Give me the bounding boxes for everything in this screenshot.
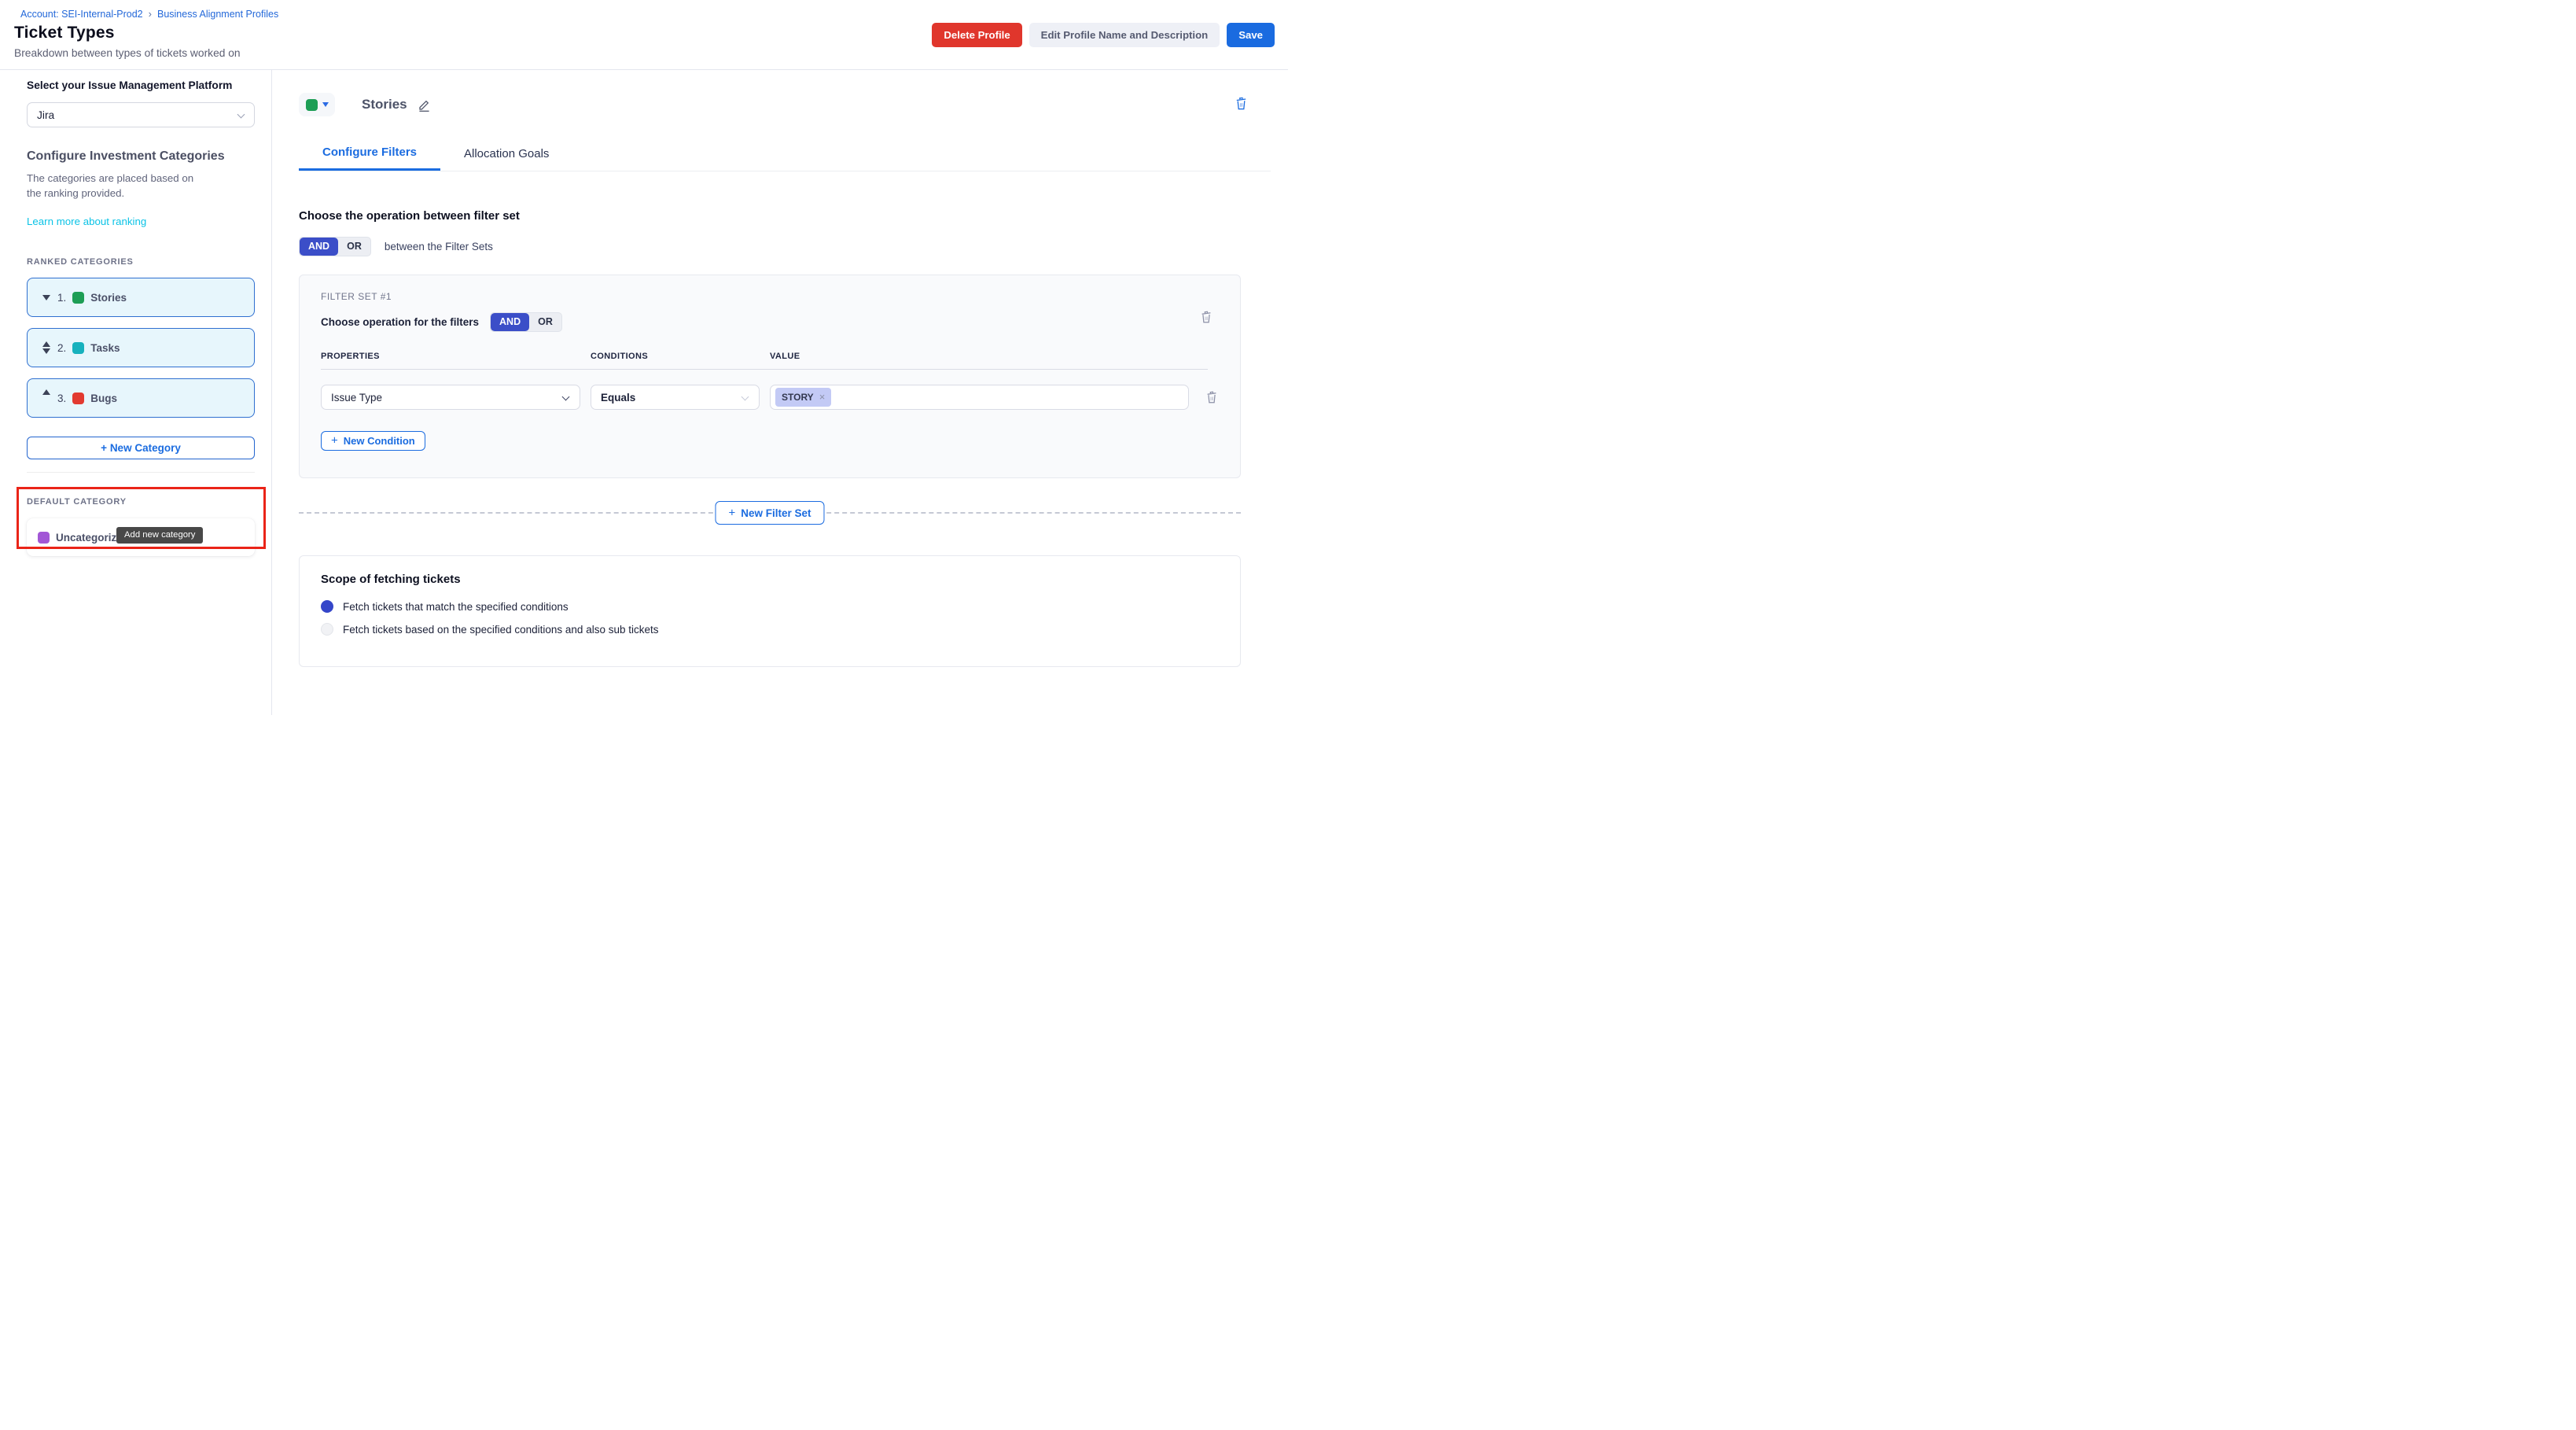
caret-down-icon <box>322 102 329 107</box>
breadcrumb-account-link[interactable]: Account: SEI-Internal-Prod2 <box>20 9 143 20</box>
category-color-picker[interactable] <box>299 93 335 116</box>
breadcrumb: Account: SEI-Internal-Prod2 › Business A… <box>20 8 278 20</box>
category-color-swatch <box>72 393 84 404</box>
category-card-stories[interactable]: 1. Stories <box>27 278 255 317</box>
category-color-swatch <box>72 342 84 354</box>
selected-color-swatch <box>306 99 318 111</box>
tab-allocation-goals[interactable]: Allocation Goals <box>440 136 572 171</box>
operation-suffix-text: between the Filter Sets <box>385 241 493 252</box>
edit-profile-button[interactable]: Edit Profile Name and Description <box>1029 23 1220 47</box>
sidebar: Select your Issue Management Platform Ji… <box>0 70 272 715</box>
remove-chip-icon[interactable]: × <box>819 391 826 403</box>
learn-more-link[interactable]: Learn more about ranking <box>27 216 146 227</box>
properties-column-header: PROPERTIES <box>321 352 591 361</box>
tabs: Configure Filters Allocation Goals <box>299 136 1271 171</box>
category-label: Bugs <box>90 393 117 404</box>
category-label: Stories <box>90 292 127 304</box>
delete-filter-set-trash-icon[interactable] <box>1198 308 1215 326</box>
scope-option-label: Fetch tickets that match the specified c… <box>343 601 569 613</box>
new-filter-set-button[interactable]: + New Filter Set <box>715 501 824 525</box>
new-condition-button[interactable]: + New Condition <box>321 431 425 451</box>
operation-toggle-row: AND OR between the Filter Sets <box>299 237 1288 256</box>
page: Account: SEI-Internal-Prod2 › Business A… <box>0 0 1288 715</box>
move-up-icon[interactable] <box>39 389 53 395</box>
platform-select-value: Jira <box>37 109 54 121</box>
breadcrumb-separator-icon: › <box>149 8 152 20</box>
category-card-tasks[interactable]: 2. Tasks <box>27 328 255 367</box>
chevron-down-icon <box>562 393 570 401</box>
page-subtitle: Breakdown between types of tickets worke… <box>14 47 241 59</box>
platform-select-label: Select your Issue Management Platform <box>27 79 254 91</box>
filter-operation-row: Choose operation for the filters AND OR <box>321 312 1240 332</box>
delete-category-trash-icon[interactable] <box>1232 94 1250 112</box>
scope-heading: Scope of fetching tickets <box>321 573 1240 586</box>
new-filter-set-row: + New Filter Set <box>299 501 1241 525</box>
category-rank: 2. <box>57 342 66 354</box>
page-header: Account: SEI-Internal-Prod2 › Business A… <box>0 0 1288 70</box>
category-color-swatch <box>38 532 50 544</box>
platform-select[interactable]: Jira <box>27 102 255 127</box>
operation-section-heading: Choose the operation between filter set <box>299 209 1288 223</box>
configure-categories-description: The categories are placed based on the r… <box>27 171 208 201</box>
delete-profile-button[interactable]: Delete Profile <box>932 23 1021 47</box>
and-toggle-option[interactable]: AND <box>300 238 338 256</box>
configure-categories-title: Configure Investment Categories <box>27 149 254 164</box>
value-chip: STORY × <box>775 388 831 407</box>
value-column-header: VALUE <box>770 352 1006 361</box>
category-header: Stories <box>299 93 1288 116</box>
edit-pencil-icon[interactable] <box>417 98 432 112</box>
category-label: Tasks <box>90 342 120 354</box>
new-category-button[interactable]: + New Category <box>27 437 255 459</box>
radio-unselected-icon[interactable] <box>321 623 333 636</box>
scope-option-sub-tickets: Fetch tickets based on the specified con… <box>321 623 1240 636</box>
page-title: Ticket Types <box>14 24 115 42</box>
breadcrumb-profiles-link[interactable]: Business Alignment Profiles <box>157 9 278 20</box>
columns-divider <box>321 369 1208 370</box>
tab-configure-filters[interactable]: Configure Filters <box>299 136 440 171</box>
scope-option-match: Fetch tickets that match the specified c… <box>321 600 1240 613</box>
condition-row: Issue Type Equals STORY × <box>321 385 1240 410</box>
category-color-swatch <box>72 292 84 304</box>
category-rank: 3. <box>57 393 66 404</box>
main-content: Stories Configure Filters <box>272 70 1288 715</box>
category-title: Stories <box>362 97 407 112</box>
delete-condition-trash-icon[interactable] <box>1203 389 1220 406</box>
move-down-icon[interactable] <box>39 295 53 300</box>
add-category-tooltip: Add new category <box>116 527 203 544</box>
save-button[interactable]: Save <box>1227 23 1275 47</box>
plus-icon: + <box>101 442 107 454</box>
property-select-value: Issue Type <box>331 392 382 404</box>
chevron-down-icon <box>742 393 749 401</box>
filter-sets-and-or-toggle[interactable]: AND OR <box>299 237 371 256</box>
move-up-down-icon[interactable] <box>39 341 53 354</box>
radio-selected-icon[interactable] <box>321 600 333 613</box>
plus-icon: + <box>728 507 735 518</box>
condition-select-value: Equals <box>601 392 635 404</box>
condition-columns-header: PROPERTIES CONDITIONS VALUE <box>321 352 1240 361</box>
scope-card: Scope of fetching tickets Fetch tickets … <box>299 555 1241 667</box>
ranked-categories-header: RANKED CATEGORIES <box>27 257 254 267</box>
condition-select[interactable]: Equals <box>591 385 760 410</box>
sidebar-divider <box>27 472 255 473</box>
chevron-down-icon <box>237 111 245 119</box>
and-toggle-option[interactable]: AND <box>491 313 529 331</box>
or-toggle-option[interactable]: OR <box>529 313 561 331</box>
header-actions: Delete Profile Edit Profile Name and Des… <box>932 23 1275 47</box>
category-card-bugs[interactable]: 3. Bugs <box>27 378 255 418</box>
filter-set-card: FILTER SET #1 Choose operation for the f… <box>299 275 1241 478</box>
plus-icon: + <box>331 435 338 447</box>
filters-and-or-toggle[interactable]: AND OR <box>490 312 562 332</box>
value-chip-label: STORY <box>782 392 814 403</box>
filter-operation-label: Choose operation for the filters <box>321 316 479 328</box>
conditions-column-header: CONDITIONS <box>591 352 770 361</box>
or-toggle-option[interactable]: OR <box>338 238 370 256</box>
value-multiselect-input[interactable]: STORY × <box>770 385 1189 410</box>
category-rank: 1. <box>57 292 66 304</box>
property-select[interactable]: Issue Type <box>321 385 580 410</box>
default-category-header: DEFAULT CATEGORY <box>27 497 254 507</box>
scope-option-label: Fetch tickets based on the specified con… <box>343 624 658 636</box>
filter-set-title: FILTER SET #1 <box>321 291 1240 302</box>
